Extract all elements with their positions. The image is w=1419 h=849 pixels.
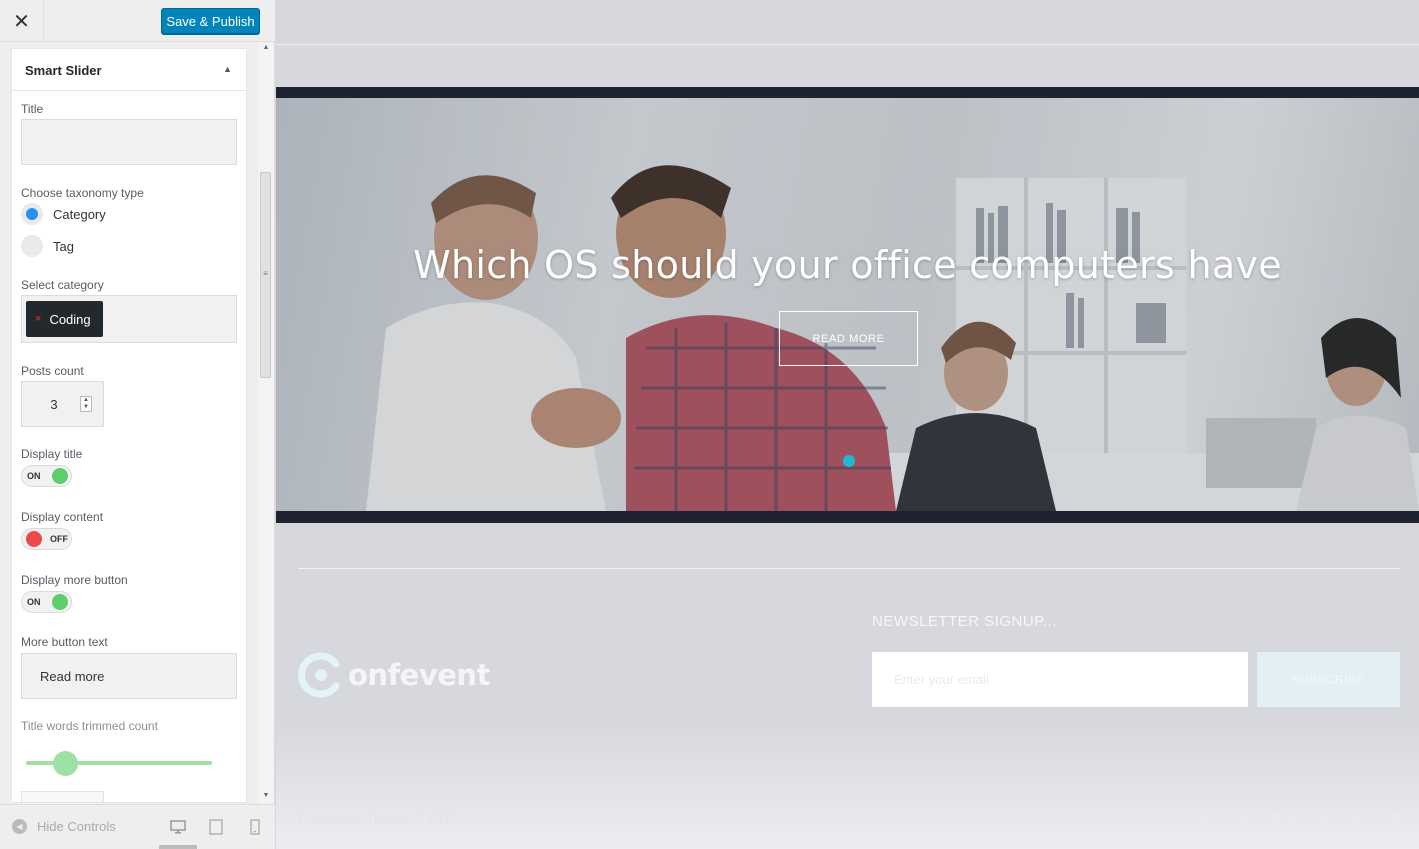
category-tag-label: Coding xyxy=(49,311,91,327)
footer-divider xyxy=(298,568,1400,569)
twitter-icon[interactable]: t xyxy=(1233,808,1257,832)
posts-count-value: 3 xyxy=(50,397,58,412)
panel-header[interactable]: Smart Slider ▲ xyxy=(12,49,246,91)
posts-count-label: Posts count xyxy=(21,364,84,378)
title-words-trimmed-label: Title words trimmed count xyxy=(21,719,158,733)
hero-overlay xyxy=(276,98,1419,511)
radio-tag-label: Tag xyxy=(53,239,74,254)
desktop-icon[interactable] xyxy=(170,819,186,835)
mobile-icon[interactable] xyxy=(247,819,263,835)
display-content-toggle[interactable]: OFF xyxy=(21,528,72,550)
pinterest-icon[interactable]: P xyxy=(1385,808,1409,832)
facebook-icon[interactable]: f xyxy=(1195,808,1219,832)
tablet-icon[interactable] xyxy=(208,819,224,835)
header-divider xyxy=(276,44,1419,45)
title-label: Title xyxy=(21,102,44,116)
logo-text: onfevent xyxy=(348,658,490,692)
category-select[interactable]: × Coding xyxy=(21,295,237,343)
radio-category-label: Category xyxy=(53,207,106,222)
save-publish-button[interactable]: Save & Publish xyxy=(161,8,260,34)
site-logo[interactable]: onfevent xyxy=(298,652,490,698)
active-device-indicator xyxy=(159,845,197,849)
confevent-logo-icon xyxy=(298,652,340,698)
scrollbar-thumb[interactable]: ≡ xyxy=(260,172,271,378)
display-title-label: Display title xyxy=(21,447,83,461)
collapse-arrow-icon[interactable]: ▲ xyxy=(223,64,232,74)
close-icon: ✕ xyxy=(13,10,30,33)
scroll-down-icon[interactable]: ▼ xyxy=(258,792,274,802)
slider-pagination-dot[interactable] xyxy=(843,455,855,467)
smart-slider-panel: Smart Slider ▲ Title Choose taxonomy typ… xyxy=(11,48,247,803)
toggle-state: ON xyxy=(27,471,41,481)
trim-count-slider-handle[interactable] xyxy=(53,751,78,776)
hero-image: Which OS should your office computers ha… xyxy=(276,98,1419,511)
hero-slider: Which OS should your office computers ha… xyxy=(276,87,1419,523)
posts-count-input[interactable]: 3 ▲ ▼ xyxy=(21,381,104,427)
category-tag-chip: × Coding xyxy=(26,301,103,337)
collapse-left-icon: ◀ xyxy=(12,819,27,834)
hero-headline: Which OS should your office computers ha… xyxy=(413,243,1282,287)
panel-title: Smart Slider xyxy=(25,63,102,78)
sidebar-scrollbar[interactable]: ▲ ≡ ▼ xyxy=(258,42,274,804)
newsletter-email-input[interactable] xyxy=(872,652,1248,707)
customizer-sidebar: ✕ Save & Publish Smart Slider ▲ Title Ch… xyxy=(0,0,275,849)
radio-category[interactable] xyxy=(21,203,43,225)
youtube-icon[interactable]: ▶ xyxy=(1347,808,1371,832)
display-title-toggle[interactable]: ON xyxy=(21,465,72,487)
subscribe-button[interactable]: SUBSCRIBE xyxy=(1257,652,1400,707)
remove-tag-icon[interactable]: × xyxy=(35,313,41,325)
toggle-knob xyxy=(26,531,42,547)
more-button-text-value: Read more xyxy=(40,669,105,684)
display-more-button-toggle[interactable]: ON xyxy=(21,591,72,613)
copyright-text: Confevent Theme © 2017 xyxy=(298,811,459,827)
toggle-state: ON xyxy=(27,597,41,607)
more-button-text-label: More button text xyxy=(21,635,108,649)
title-input[interactable] xyxy=(21,119,237,165)
site-preview: Which OS should your office computers ha… xyxy=(276,0,1419,849)
scroll-up-icon[interactable]: ▲ xyxy=(258,44,274,54)
select-category-label: Select category xyxy=(21,278,104,292)
display-content-label: Display content xyxy=(21,510,104,524)
hide-controls-label: Hide Controls xyxy=(37,819,116,834)
newsletter-title: NEWSLETTER SIGNUP... xyxy=(872,613,1057,630)
customizer-footer: ◀ Hide Controls xyxy=(0,804,275,849)
customizer-header: ✕ Save & Publish xyxy=(0,0,275,42)
toggle-knob xyxy=(52,468,68,484)
radio-tag[interactable] xyxy=(21,235,43,257)
toggle-knob xyxy=(52,594,68,610)
hide-controls-button[interactable]: ◀ Hide Controls xyxy=(12,819,116,834)
close-button[interactable]: ✕ xyxy=(0,0,44,42)
read-more-button[interactable]: READ MORE xyxy=(779,311,918,366)
google-plus-icon[interactable]: G+ xyxy=(1269,808,1297,832)
toggle-state: OFF xyxy=(50,534,68,544)
vimeo-icon[interactable]: v xyxy=(1309,808,1333,832)
taxonomy-label: Choose taxonomy type xyxy=(21,186,144,200)
display-more-button-label: Display more button xyxy=(21,573,128,587)
grip-icon: ≡ xyxy=(263,269,268,278)
more-button-text-input[interactable]: Read more xyxy=(21,653,237,699)
social-links: f t G+ v ▶ P xyxy=(1195,808,1409,832)
number-spinner-icon[interactable]: ▲ ▼ xyxy=(80,396,92,412)
trim-count-input[interactable] xyxy=(21,791,104,802)
